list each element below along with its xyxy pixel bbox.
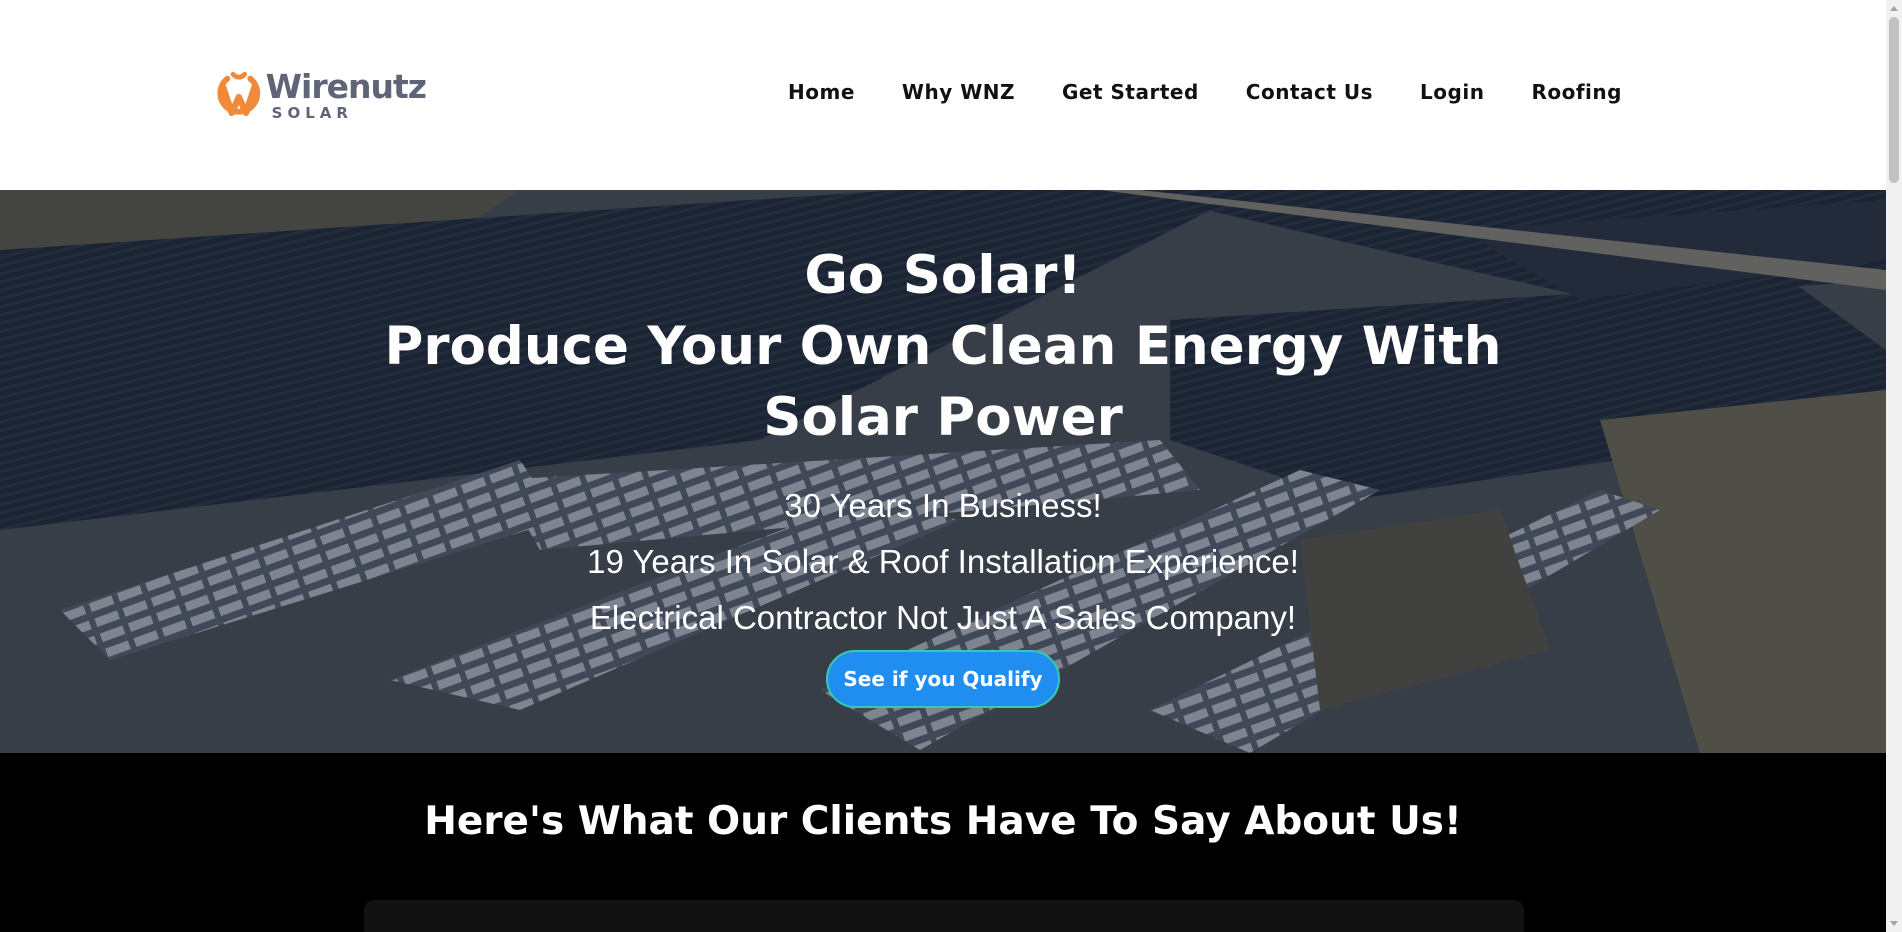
scroll-down-arrow-icon[interactable] — [1890, 921, 1898, 926]
hero-highlight: 19 Years In Solar & Roof Installation Ex… — [587, 543, 1299, 580]
hero-content: Go Solar! Produce Your Own Clean Energy … — [0, 190, 1886, 753]
hero-title-line: Go Solar! — [804, 245, 1082, 306]
hero-title-line: Produce Your Own Clean Energy With — [384, 316, 1502, 377]
site-header: Wirenutz SOLAR Home Why WNZ Get Started … — [0, 0, 1886, 190]
hero-title-line: Solar Power — [763, 387, 1123, 448]
page: Wirenutz SOLAR Home Why WNZ Get Started … — [0, 0, 1902, 932]
testimonial-card — [364, 900, 1524, 932]
wirenutz-logo-mark-icon — [217, 71, 261, 117]
scroll-up-arrow-icon[interactable] — [1890, 6, 1898, 11]
hero-highlight: Electrical Contractor Not Just A Sales C… — [589, 599, 1297, 636]
logo-subtitle: SOLAR — [271, 103, 353, 122]
page-scrollbar[interactable] — [1886, 0, 1902, 932]
hero-section: Go Solar! Produce Your Own Clean Energy … — [0, 190, 1886, 753]
main-nav: Home Why WNZ Get Started Contact Us Logi… — [788, 80, 1622, 104]
testimonials-title: Here's What Our Clients Have To Say Abou… — [424, 799, 1462, 844]
nav-home[interactable]: Home — [788, 80, 855, 104]
nav-roofing[interactable]: Roofing — [1531, 80, 1622, 104]
logo-name: Wirenutz — [265, 66, 427, 106]
nav-login[interactable]: Login — [1420, 80, 1484, 104]
hero-title: Go Solar! Produce Your Own Clean Energy … — [0, 240, 1886, 453]
nav-why-wnz[interactable]: Why WNZ — [902, 80, 1015, 104]
nav-contact-us[interactable]: Contact Us — [1246, 80, 1373, 104]
hero-highlights: 30 Years In Business! 19 Years In Solar … — [0, 478, 1886, 646]
testimonials-section: Here's What Our Clients Have To Say Abou… — [0, 753, 1886, 932]
scrollbar-thumb[interactable] — [1889, 17, 1899, 183]
wirenutz-logo[interactable]: Wirenutz SOLAR — [216, 62, 427, 128]
logo-text: Wirenutz SOLAR — [265, 66, 427, 122]
nav-get-started[interactable]: Get Started — [1062, 80, 1199, 104]
hero-highlight: 30 Years In Business! — [784, 487, 1102, 524]
see-if-you-qualify-button[interactable]: See if you Qualify — [826, 650, 1060, 708]
